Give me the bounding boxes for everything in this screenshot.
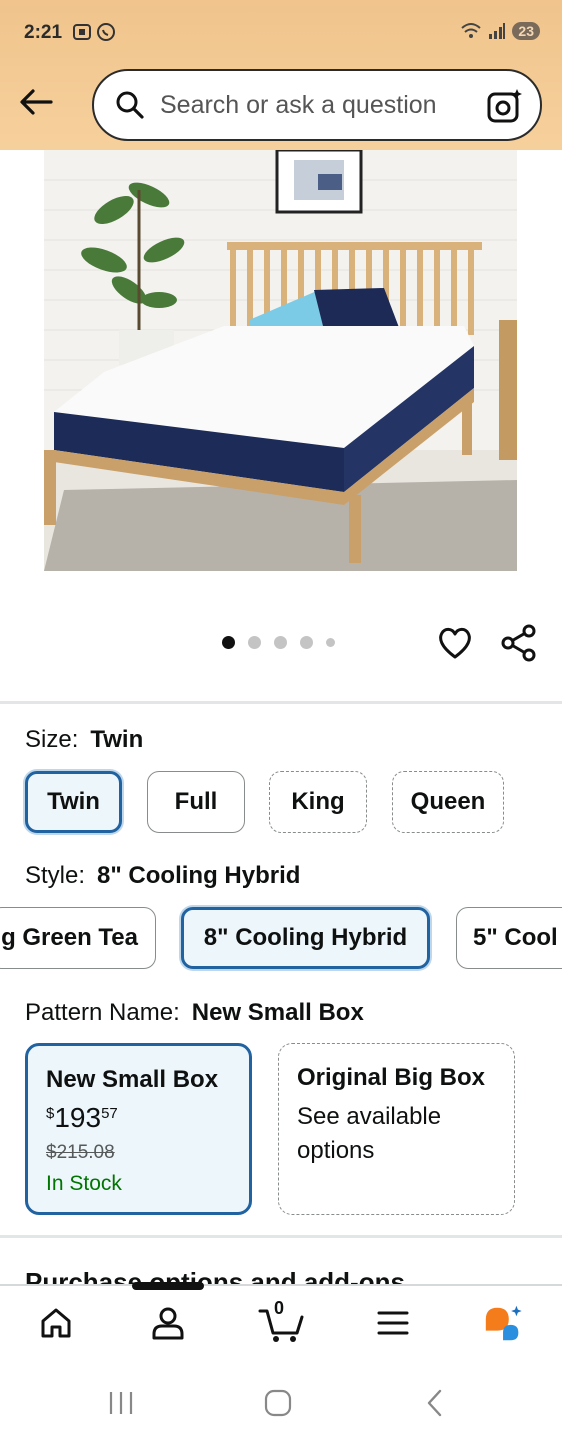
pattern-card-original-big-box[interactable]: Original Big Box See available options <box>278 1043 515 1215</box>
bed-mattress-image <box>44 150 517 571</box>
size-row-label: Size: Twin <box>25 726 143 754</box>
pattern-row-label: Pattern Name: New Small Box <box>25 999 364 1027</box>
back-arrow-icon <box>20 89 53 115</box>
size-option-king[interactable]: King <box>269 771 367 833</box>
image-carousel-dots[interactable] <box>222 636 335 649</box>
nav-home[interactable] <box>34 1301 78 1345</box>
style-option-cooling-hybrid-8[interactable]: 8" Cooling Hybrid <box>181 907 430 969</box>
price-whole: 193 <box>54 1102 102 1133</box>
battery-level: 23 <box>512 22 540 40</box>
signal-icon <box>489 23 506 39</box>
back-button[interactable] <box>16 82 56 122</box>
status-time: 2:21 <box>24 22 63 43</box>
style-option-green-tea[interactable]: g Green Tea <box>0 907 156 969</box>
heart-icon[interactable] <box>436 624 474 662</box>
carousel-dot-3[interactable] <box>274 636 287 649</box>
pattern-card-description: See available options <box>297 1103 442 1164</box>
size-option-queen[interactable]: Queen <box>392 771 504 833</box>
share-icon[interactable] <box>500 624 538 662</box>
price-fraction: 57 <box>101 1105 118 1122</box>
wifi-icon <box>461 23 482 38</box>
size-label: Size: <box>25 726 79 753</box>
recent-apps-button[interactable] <box>104 1386 138 1420</box>
pattern-card-new-small-box[interactable]: New Small Box $19357 $215.08 In Stock <box>25 1043 252 1215</box>
pattern-label: Pattern Name: <box>25 999 180 1026</box>
status-right: 23 <box>460 22 540 40</box>
nav-menu[interactable] <box>371 1301 415 1345</box>
camera-search-icon[interactable] <box>486 87 524 125</box>
home-icon <box>41 1308 71 1338</box>
price-currency: $ <box>46 1105 55 1122</box>
carousel-dot-5[interactable] <box>326 638 335 647</box>
screenshot-icon <box>73 24 91 40</box>
list-price: $215.08 <box>46 1142 115 1163</box>
home-button[interactable] <box>261 1386 295 1420</box>
nav-account[interactable] <box>146 1301 190 1345</box>
section-divider <box>0 1235 562 1238</box>
section-divider <box>0 701 562 704</box>
pattern-card-title: New Small Box <box>46 1066 219 1093</box>
carousel-dot-1[interactable] <box>222 636 235 649</box>
drag-handle[interactable] <box>132 1282 204 1290</box>
hamburger-menu-icon <box>377 1311 409 1335</box>
app-header: 2:21 23 Search or ask a question <box>0 0 562 150</box>
nav-rufus-assistant[interactable] <box>482 1301 526 1345</box>
carousel-dot-4[interactable] <box>300 636 313 649</box>
pattern-selected-value: New Small Box <box>191 999 364 1026</box>
size-option-full[interactable]: Full <box>147 771 245 833</box>
person-icon <box>152 1307 184 1340</box>
size-selected-value: Twin <box>90 726 144 753</box>
product-image[interactable] <box>44 150 517 571</box>
cart-count: 0 <box>274 1298 285 1318</box>
chevron-left-icon <box>427 1389 442 1417</box>
purchase-options-heading: Purchase options and add-ons <box>25 1262 562 1284</box>
search-icon <box>116 91 144 119</box>
size-option-twin[interactable]: Twin <box>25 771 122 833</box>
style-selected-value: 8" Cooling Hybrid <box>97 862 301 889</box>
style-row-label: Style: 8" Cooling Hybrid <box>25 862 300 890</box>
system-back-button[interactable] <box>418 1386 452 1420</box>
status-bar: 2:21 23 <box>0 0 562 64</box>
whatsapp-icon <box>97 23 115 41</box>
status-icons <box>72 22 116 42</box>
purchase-options-title: Purchase options and add-ons <box>25 1267 405 1284</box>
recent-apps-icon <box>109 1392 133 1414</box>
nav-cart[interactable]: 0 <box>256 1298 306 1345</box>
carousel-dot-2[interactable] <box>248 636 261 649</box>
home-circle-icon <box>264 1389 292 1417</box>
search-bar[interactable]: Search or ask a question <box>92 69 542 141</box>
style-label: Style: <box>25 862 86 889</box>
style-option-cooling-5[interactable]: 5" Cool <box>456 907 562 969</box>
search-input[interactable]: Search or ask a question <box>160 91 437 120</box>
price: $19357 <box>46 1104 231 1132</box>
pattern-card-title: Original Big Box <box>297 1064 486 1091</box>
ai-assistant-icon <box>485 1305 522 1341</box>
stock-status: In Stock <box>46 1172 122 1195</box>
